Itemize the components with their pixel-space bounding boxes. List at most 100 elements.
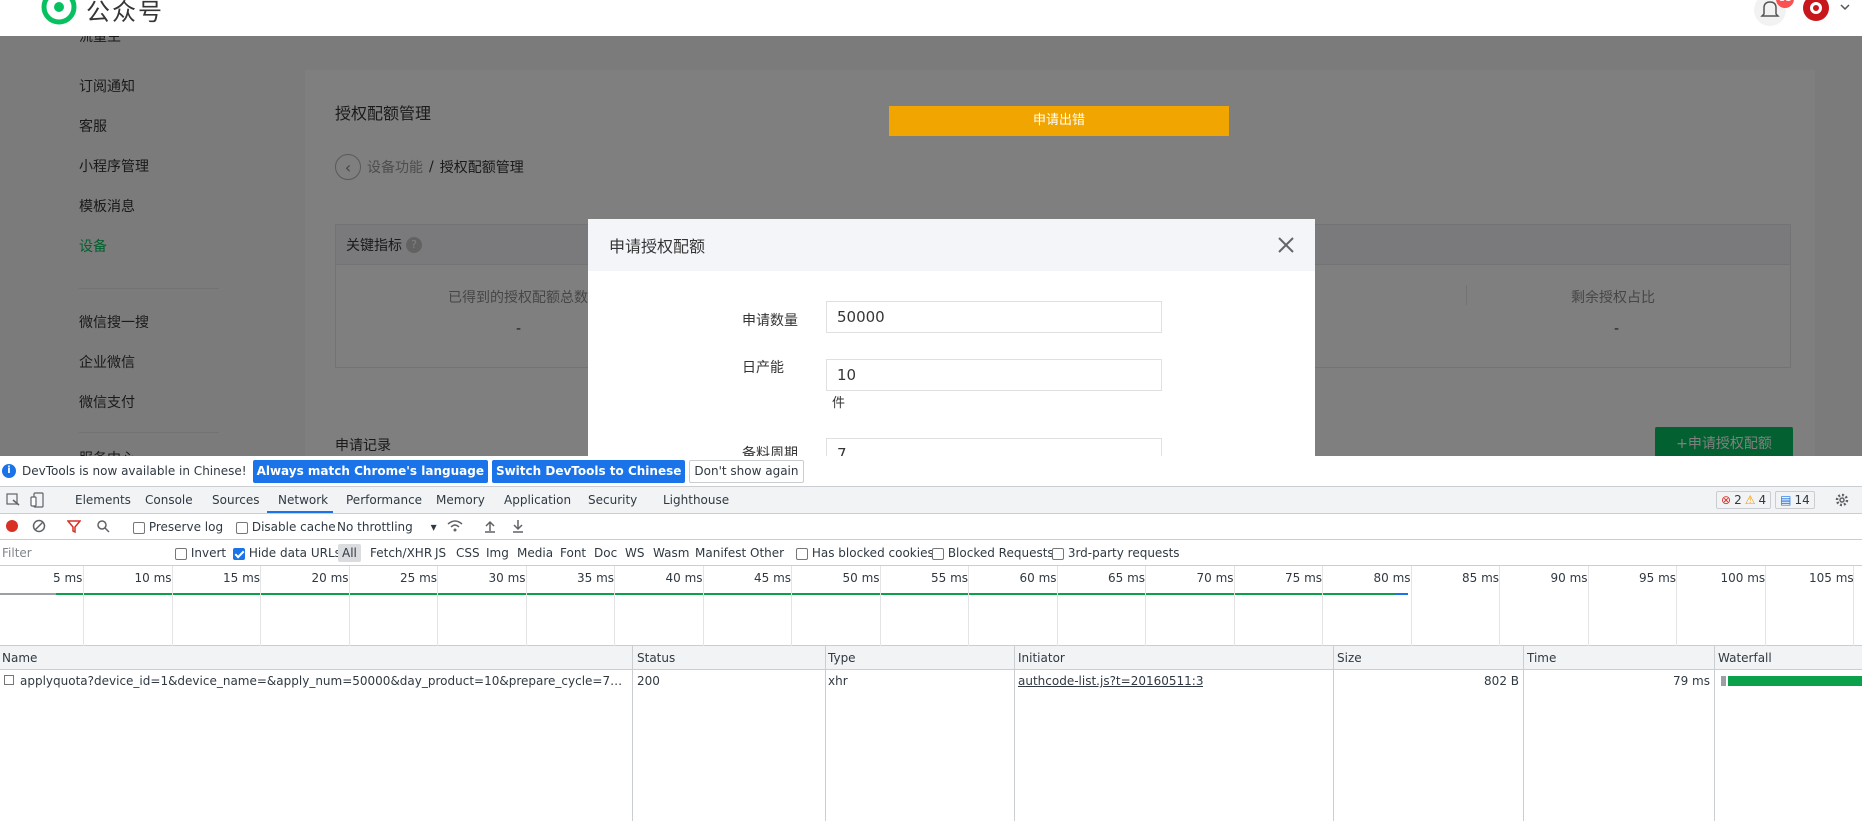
- timeline-tick-label: 35 ms: [577, 571, 615, 585]
- timeline-gridline: [702, 566, 704, 646]
- apply-num-input[interactable]: 50000: [826, 301, 1162, 333]
- tab-console[interactable]: Console: [145, 493, 193, 507]
- switch-to-chinese-button[interactable]: Switch DevTools to Chinese: [491, 459, 686, 483]
- request-size: 802 B: [1484, 674, 1519, 688]
- timeline-tick-label: 30 ms: [488, 571, 526, 585]
- clear-icon[interactable]: [32, 519, 46, 533]
- timeline-gridline: [1056, 566, 1058, 646]
- match-chrome-language-button[interactable]: Always match Chrome's language: [252, 459, 488, 483]
- devtools-tabbar: Elements Console Sources Network Perform…: [0, 487, 1862, 514]
- tab-application[interactable]: Application: [504, 493, 571, 507]
- network-conditions-icon[interactable]: [446, 519, 464, 533]
- column-waterfall[interactable]: Waterfall: [1718, 651, 1772, 665]
- timeline-tick-label: 15 ms: [223, 571, 261, 585]
- inspect-element-icon[interactable]: [6, 493, 20, 507]
- prepare-cycle-label: 备料周期: [742, 446, 798, 456]
- network-overview-timeline[interactable]: 5 ms 10 ms 15 ms 20 ms 25 ms 30 ms 35 ms 40 ms 4…: [0, 566, 1862, 646]
- third-party-checkbox[interactable]: 3rd-party requests: [1052, 546, 1180, 560]
- timeline-gridline: [348, 566, 350, 646]
- column-status[interactable]: Status: [637, 651, 675, 665]
- dialog-title: 申请授权配额: [609, 237, 706, 256]
- filter-type-media[interactable]: Media: [517, 546, 553, 560]
- waterfall-waiting-bar: [1721, 676, 1726, 686]
- filter-type-doc[interactable]: Doc: [594, 546, 617, 560]
- device-toolbar-icon[interactable]: [30, 492, 44, 508]
- column-type[interactable]: Type: [828, 651, 856, 665]
- timeline-gridline: [1587, 566, 1589, 646]
- column-size[interactable]: Size: [1337, 651, 1362, 665]
- settings-gear-icon[interactable]: [1834, 492, 1850, 508]
- disable-cache-label: Disable cache: [251, 520, 336, 534]
- timeline-gridline: [1676, 566, 1677, 646]
- filter-type-font[interactable]: Font: [560, 546, 586, 560]
- blocked-requests-label: Blocked Requests: [947, 546, 1054, 560]
- filter-type-img[interactable]: Img: [486, 546, 509, 560]
- timeline-request-bar: [56, 593, 1396, 595]
- timeline-tick-label: 20 ms: [311, 571, 349, 585]
- hide-data-urls-checkbox[interactable]: Hide data URLs: [233, 546, 341, 560]
- account-avatar[interactable]: [1800, 0, 1832, 24]
- table-row[interactable]: applyquota?device_id=1&device_name=&appl…: [0, 670, 1862, 690]
- filter-icon[interactable]: [67, 519, 81, 533]
- tab-lighthouse[interactable]: Lighthouse: [663, 493, 729, 507]
- page-body: 流量主 订阅通知 客服 小程序管理 模板消息 设备 微信搜一搜 企业微信 微信支…: [0, 36, 1862, 456]
- filter-type-ws[interactable]: WS: [625, 546, 644, 560]
- network-toolbar: Preserve log Disable cache No throttling…: [0, 514, 1862, 540]
- request-type-icon: [4, 675, 14, 685]
- dont-show-again-button[interactable]: Don't show again: [689, 459, 804, 483]
- devtools-panel: i DevTools is now available in Chinese! …: [0, 456, 1862, 821]
- record-icon[interactable]: [5, 519, 19, 533]
- day-product-unit: 件: [832, 396, 846, 411]
- dialog-header: 申请授权配额: [588, 219, 1315, 271]
- invert-checkbox[interactable]: Invert: [175, 546, 226, 560]
- preserve-log-checkbox[interactable]: Preserve log: [133, 520, 223, 534]
- messages-badge[interactable]: ▤ 14: [1775, 491, 1815, 509]
- tab-elements[interactable]: Elements: [75, 493, 131, 507]
- request-initiator-link[interactable]: authcode-list.js?t=20160511:3: [1018, 674, 1203, 688]
- throttling-select[interactable]: No throttling ▾: [337, 520, 437, 534]
- errors-badge[interactable]: ⊗ 2 ⚠ 4: [1716, 491, 1772, 509]
- tab-network[interactable]: Network: [278, 493, 328, 507]
- timeline-gridline: [791, 566, 792, 646]
- day-product-input[interactable]: 10: [826, 359, 1162, 391]
- filter-type-wasm[interactable]: Wasm: [653, 546, 689, 560]
- warning-icon: ⚠: [1744, 493, 1756, 507]
- blocked-requests-checkbox[interactable]: Blocked Requests: [932, 546, 1054, 560]
- import-har-icon[interactable]: [483, 519, 497, 533]
- issues-badges: ⊗ 2 ⚠ 4 ▤ 14: [1716, 491, 1815, 509]
- column-initiator[interactable]: Initiator: [1018, 651, 1065, 665]
- column-name[interactable]: Name: [2, 651, 37, 665]
- timeline-tick-label: 95 ms: [1639, 571, 1677, 585]
- timeline-gridline: [260, 566, 261, 646]
- tab-sources[interactable]: Sources: [212, 493, 259, 507]
- disable-cache-checkbox[interactable]: Disable cache: [236, 520, 336, 534]
- tab-memory[interactable]: Memory: [436, 493, 485, 507]
- tab-performance[interactable]: Performance: [346, 493, 422, 507]
- wechat-mp-logo-icon[interactable]: [40, 0, 78, 26]
- tab-security[interactable]: Security: [588, 493, 637, 507]
- filter-type-manifest[interactable]: Manifest: [695, 546, 746, 560]
- timeline-stalled-bar: [0, 593, 56, 595]
- search-icon[interactable]: [96, 519, 110, 533]
- timeline-dom-loaded-bar: [1396, 593, 1408, 595]
- export-har-icon[interactable]: [511, 519, 525, 533]
- timeline-tick-label: 55 ms: [931, 571, 969, 585]
- request-type: xhr: [828, 674, 848, 688]
- filter-input[interactable]: Filter: [2, 546, 32, 560]
- timeline-tick-label: 70 ms: [1196, 571, 1234, 585]
- filter-type-fetch-xhr[interactable]: Fetch/XHR: [370, 546, 432, 560]
- close-icon[interactable]: [1274, 233, 1298, 257]
- filter-type-css[interactable]: CSS: [456, 546, 480, 560]
- prepare-cycle-input[interactable]: 7: [826, 438, 1162, 456]
- request-name[interactable]: applyquota?device_id=1&device_name=&appl…: [20, 674, 628, 688]
- brand-title[interactable]: 公众号: [86, 0, 164, 27]
- filter-type-js[interactable]: JS: [435, 546, 446, 560]
- column-time[interactable]: Time: [1527, 651, 1556, 665]
- filter-type-all[interactable]: All: [338, 544, 361, 562]
- chevron-down-icon[interactable]: [1838, 0, 1852, 14]
- filter-type-other[interactable]: Other: [750, 546, 784, 560]
- dropdown-caret-icon: ▾: [430, 520, 437, 534]
- network-request-table: Name Status Type Initiator Size Time Wat…: [0, 646, 1862, 821]
- has-blocked-cookies-label: Has blocked cookies: [811, 546, 934, 560]
- has-blocked-cookies-checkbox[interactable]: Has blocked cookies: [796, 546, 934, 560]
